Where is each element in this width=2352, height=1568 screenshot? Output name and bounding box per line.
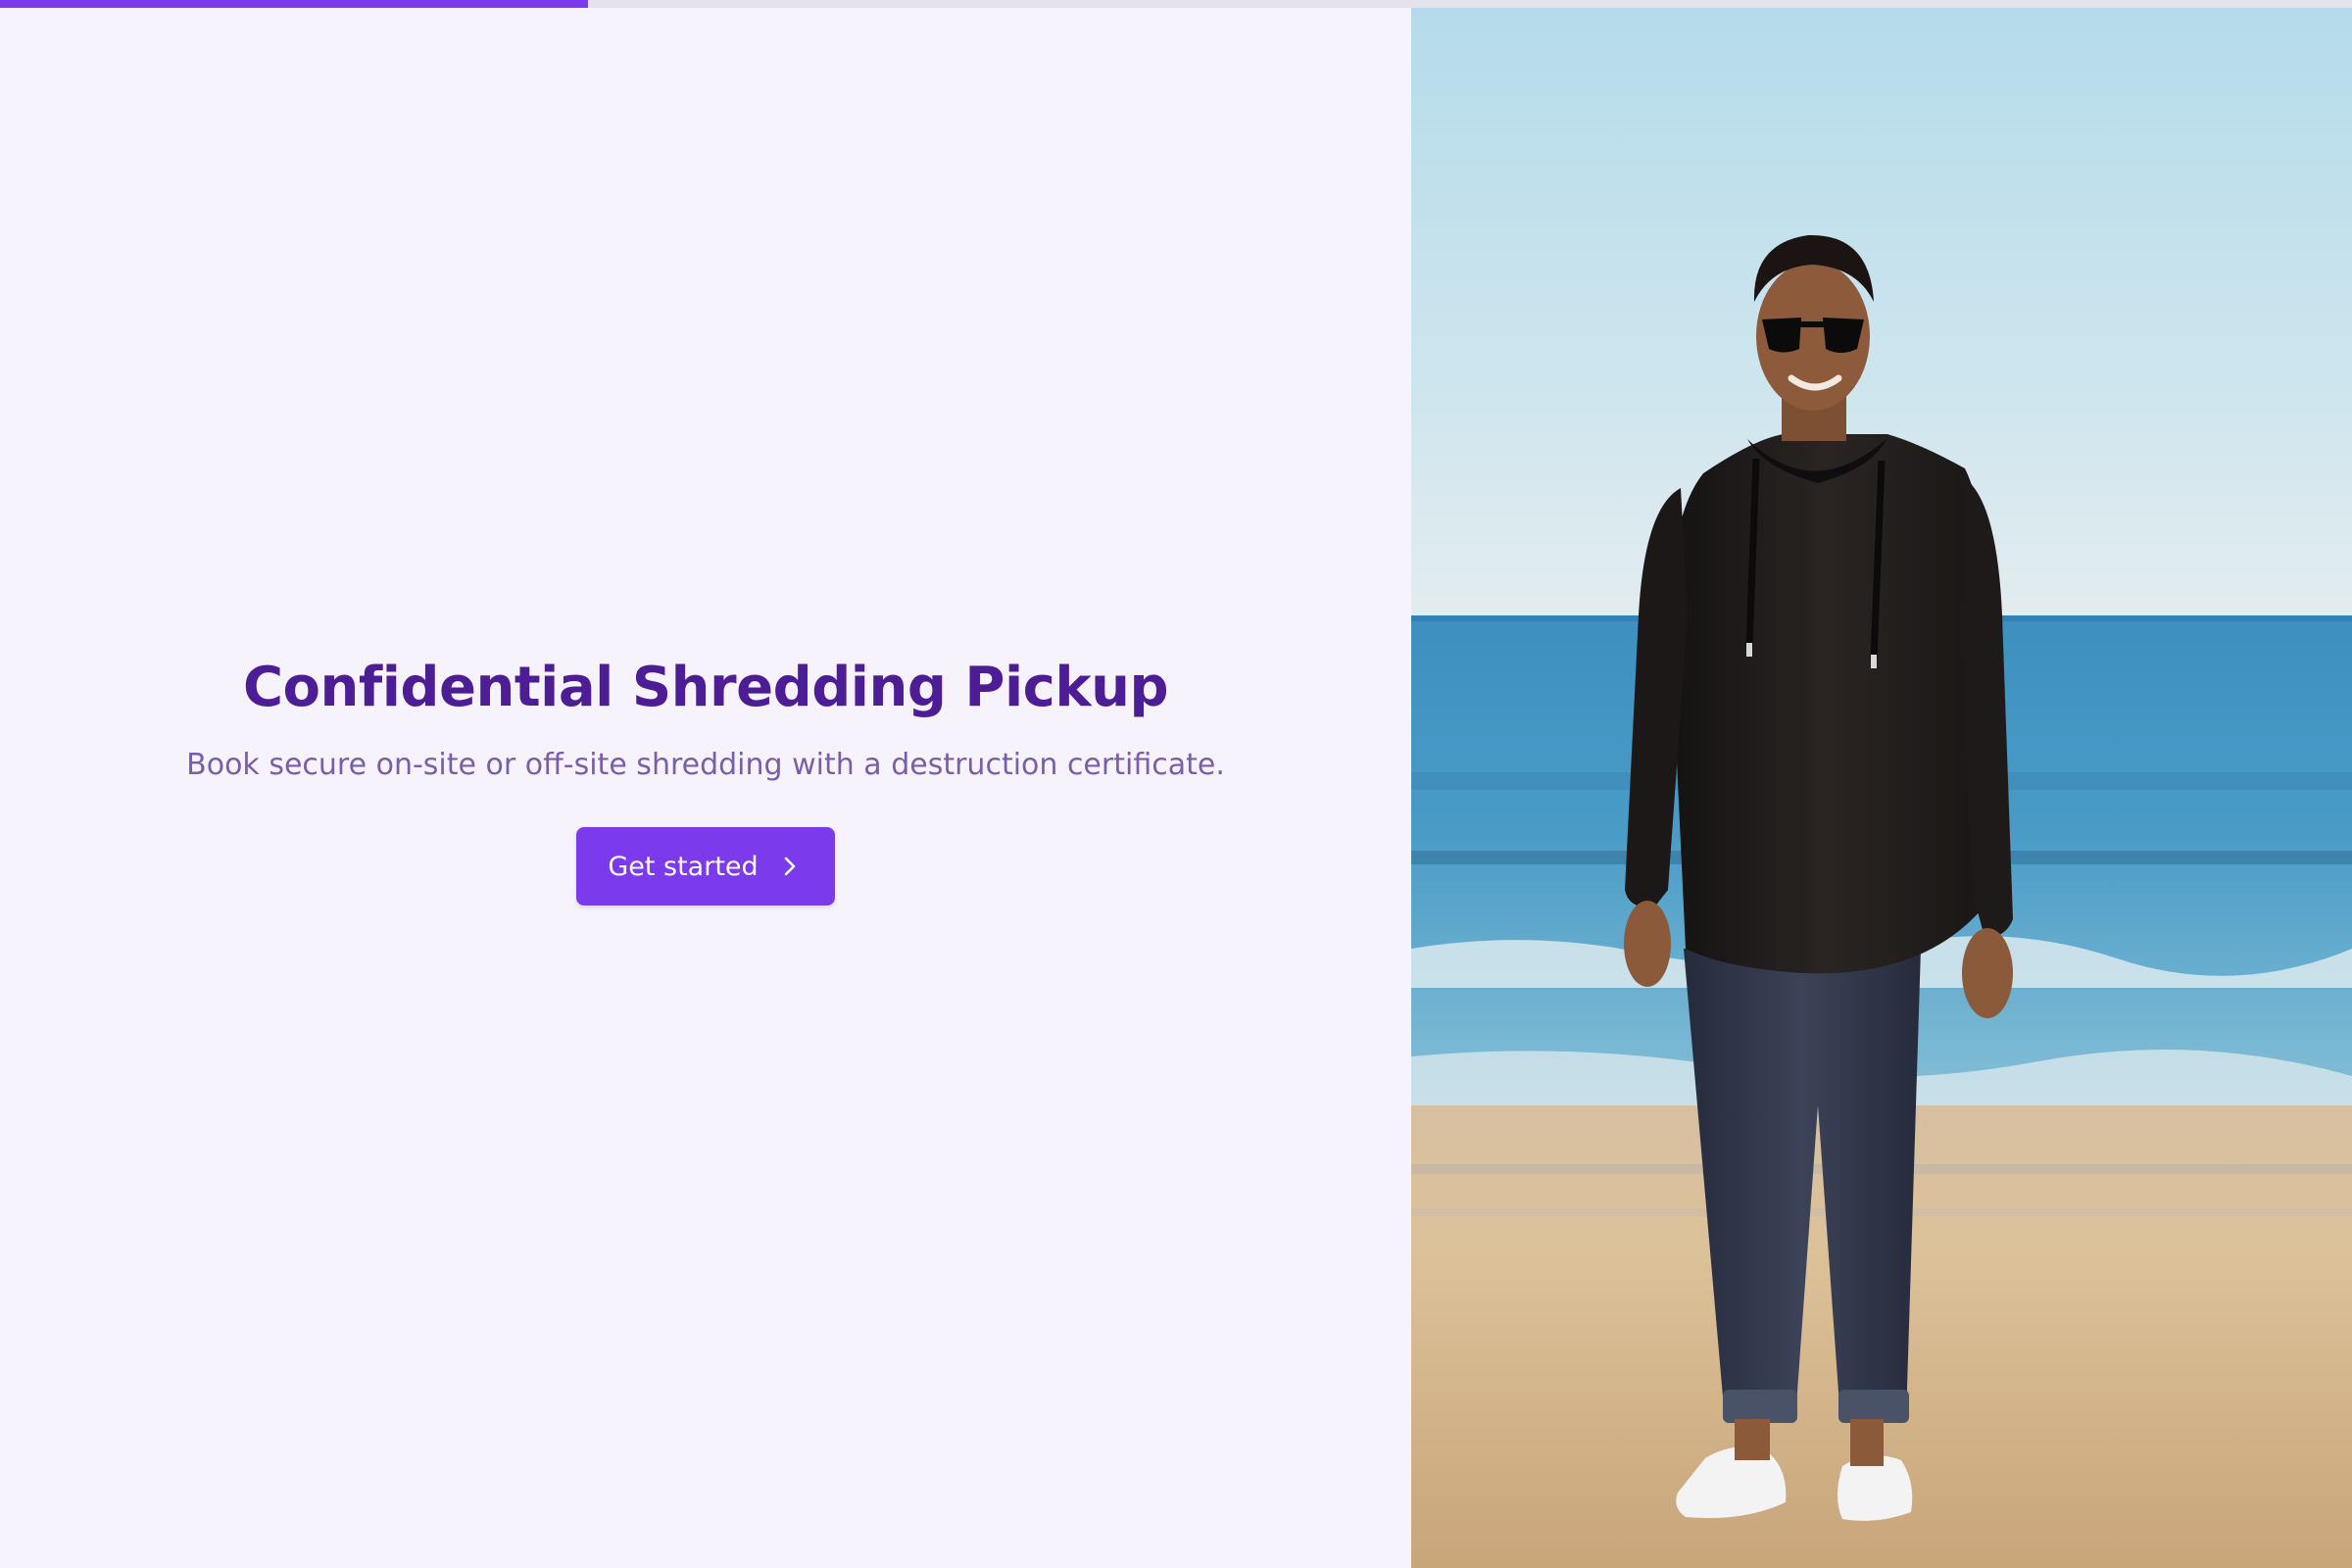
get-started-label: Get started [608, 851, 759, 882]
progress-bar [0, 0, 2352, 8]
progress-bar-fill [0, 0, 588, 8]
hero-content: Confidential Shredding Pickup Book secur… [186, 655, 1225, 906]
chevron-right-icon [780, 856, 800, 877]
hero-photo [1411, 8, 2352, 1568]
hero-panel: Confidential Shredding Pickup Book secur… [0, 8, 1411, 1568]
beach-photo [1411, 8, 2352, 1568]
page-title: Confidential Shredding Pickup [242, 655, 1169, 719]
page-subtitle: Book secure on-site or off-site shreddin… [186, 748, 1225, 783]
get-started-button[interactable]: Get started [576, 827, 835, 906]
